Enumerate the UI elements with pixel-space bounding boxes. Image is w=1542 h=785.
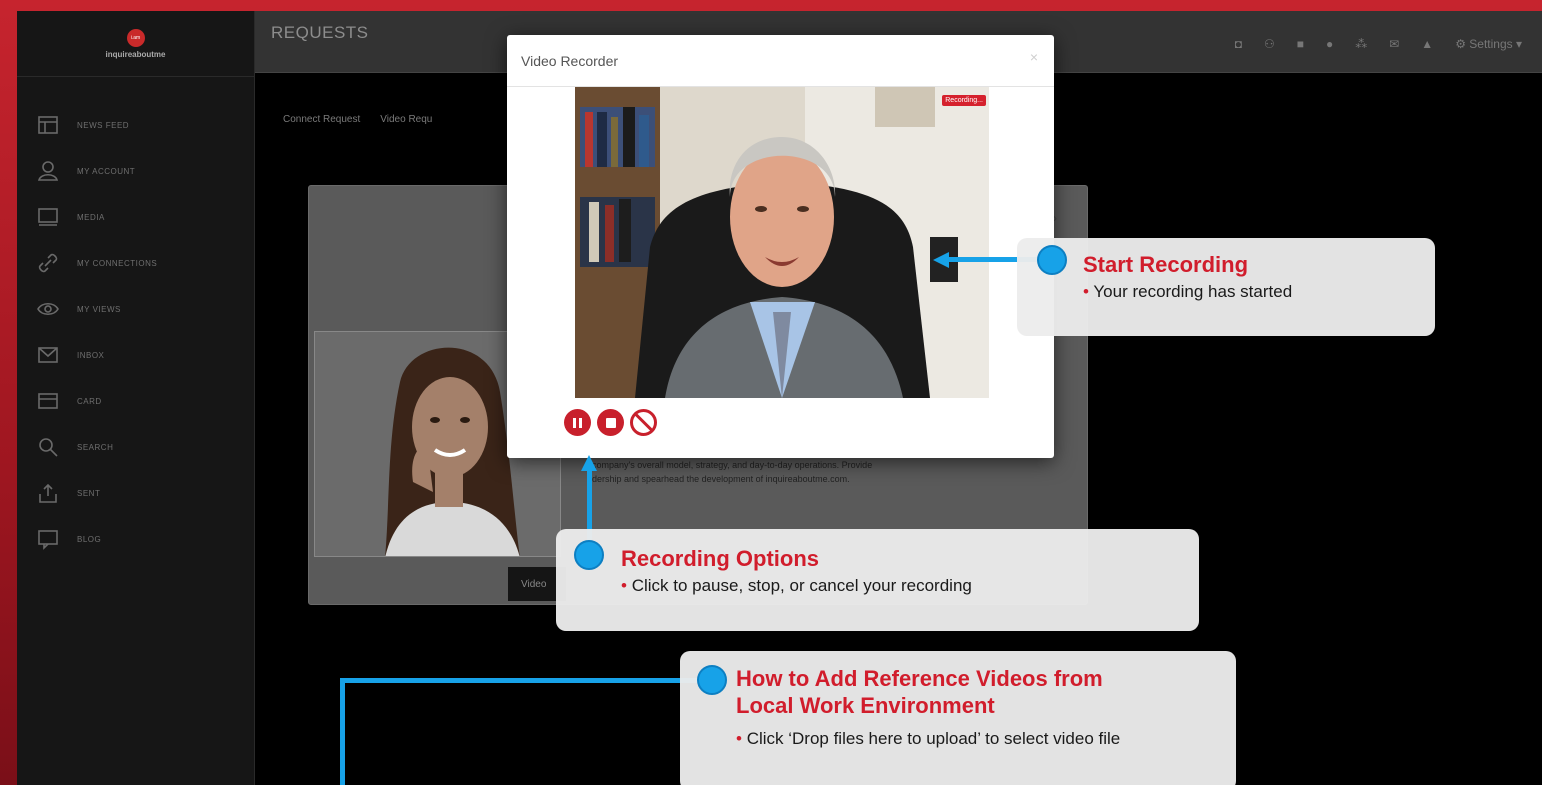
eye-icon — [37, 302, 59, 316]
logo-mark: i.am — [126, 28, 145, 47]
callout-text: • Your recording has started — [1083, 282, 1293, 301]
callout-title: Start Recording — [1083, 252, 1249, 277]
modal-title: Video Recorder — [521, 52, 619, 69]
arrow-head — [933, 252, 949, 268]
card-icon — [38, 393, 58, 409]
top-icons: ◘ ⚇ ■ ● ⁂ ✉ ▲ ⚙ Settings ▾ — [1235, 37, 1522, 51]
callout-body: Your recording has started — [1093, 282, 1293, 301]
callout-title: Local Work Environment — [736, 693, 995, 718]
cancel-button[interactable] — [630, 409, 657, 436]
video-recorder-modal: Video Recorder × Recording... — [507, 35, 1054, 458]
add-user-icon[interactable]: ⚇ — [1264, 37, 1275, 51]
monitor-icon — [38, 208, 58, 226]
user-icon — [37, 161, 59, 181]
recording-controls — [564, 409, 657, 436]
sidebar-item-search[interactable]: SEARCH — [17, 424, 254, 470]
tab-video-request[interactable]: Video Requ — [380, 114, 432, 125]
bell-icon[interactable]: ▲ — [1421, 37, 1433, 51]
arrow-head — [581, 455, 597, 471]
recording-badge: Recording... — [942, 95, 986, 106]
callout-body: Click ‘Drop files here to upload’ to sel… — [746, 729, 1121, 748]
group-icon[interactable]: ⁂ — [1355, 37, 1367, 51]
stop-button[interactable] — [597, 409, 624, 436]
settings-dropdown[interactable]: ⚙ Settings ▾ — [1455, 37, 1522, 51]
sidebar-item-my-views[interactable]: MY VIEWS — [17, 286, 254, 332]
connector-line — [340, 678, 710, 683]
callout-reference-videos: How to Add Reference Videos from Local W… — [680, 651, 1236, 785]
bio-line: dership and spearhead the development of… — [592, 474, 850, 484]
link-icon — [38, 253, 58, 273]
logo[interactable]: i.am inquireaboutme — [17, 11, 254, 77]
sidebar-item-blog[interactable]: BLOG — [17, 516, 254, 562]
connector-line — [340, 678, 345, 785]
page-title: REQUESTS — [271, 23, 369, 42]
sidebar-item-media[interactable]: MEDIA — [17, 194, 254, 240]
profile-bio: company's overall model, strategy, and d… — [592, 458, 1052, 486]
callout-title: Recording Options — [621, 546, 819, 571]
close-icon[interactable]: × — [1030, 49, 1038, 65]
connector-knob — [574, 540, 604, 570]
camera-icon[interactable]: ◘ — [1235, 37, 1242, 51]
callout-text: • Click to pause, stop, or cancel your r… — [621, 576, 972, 595]
sidebar-item-card[interactable]: CARD — [17, 378, 254, 424]
callout-text: • Click ‘Drop files here to upload’ to s… — [736, 729, 1121, 748]
video-icon[interactable]: ■ — [1297, 37, 1304, 51]
chat-icon[interactable]: ● — [1326, 37, 1333, 51]
webcam-frame — [575, 87, 989, 398]
callout-title: How to Add Reference Videos from — [736, 666, 1103, 691]
callout-start-recording: Start Recording • Your recording has sta… — [1017, 238, 1435, 336]
video-preview: Recording... — [575, 87, 989, 398]
sidebar-item-label: BLOG — [77, 534, 102, 544]
callout-recording-options: Recording Options • Click to pause, stop… — [556, 529, 1199, 631]
sidebar-item-sent[interactable]: SENT — [17, 470, 254, 516]
sidebar-item-label: CARD — [77, 396, 102, 406]
sidebar-item-label: MEDIA — [77, 212, 105, 222]
pause-icon — [573, 417, 582, 428]
connector-knob — [697, 665, 727, 695]
sidebar-item-label: NEWS FEED — [77, 120, 130, 130]
sidebar-item-label: MY ACCOUNT — [77, 166, 136, 176]
envelope-icon — [38, 347, 58, 363]
chat-icon — [38, 530, 58, 550]
share-icon — [39, 483, 57, 503]
bio-line: company's overall model, strategy, and d… — [592, 460, 873, 470]
connector-knob — [1037, 245, 1067, 275]
sidebar: i.am inquireaboutme NEWS FEED MY ACCOUNT… — [17, 11, 255, 785]
sidebar-item-news-feed[interactable]: NEWS FEED — [17, 102, 254, 148]
sidebar-item-label: MY VIEWS — [77, 304, 121, 314]
request-tabs: Connect Request Video Requ — [283, 114, 432, 125]
callout-body: Click to pause, stop, or cancel your rec… — [631, 576, 972, 595]
pause-button[interactable] — [564, 409, 591, 436]
sidebar-item-label: INBOX — [77, 350, 105, 360]
logo-text: inquireaboutme — [105, 49, 166, 59]
sidebar-nav: NEWS FEED MY ACCOUNT MEDIA MY CONNECTION… — [17, 102, 254, 562]
sidebar-item-inbox[interactable]: INBOX — [17, 332, 254, 378]
sidebar-item-label: MY CONNECTIONS — [77, 258, 158, 268]
modal-header: Video Recorder — [507, 35, 1054, 87]
mail-icon[interactable]: ✉ — [1389, 37, 1399, 51]
sidebar-item-label: SENT — [77, 488, 101, 498]
sidebar-item-label: SEARCH — [77, 442, 114, 452]
sidebar-item-my-connections[interactable]: MY CONNECTIONS — [17, 240, 254, 286]
tab-connect-request[interactable]: Connect Request — [283, 114, 360, 125]
newspaper-icon — [38, 116, 58, 134]
sidebar-item-my-account[interactable]: MY ACCOUNT — [17, 148, 254, 194]
search-icon — [39, 438, 58, 457]
stop-icon — [605, 417, 616, 428]
